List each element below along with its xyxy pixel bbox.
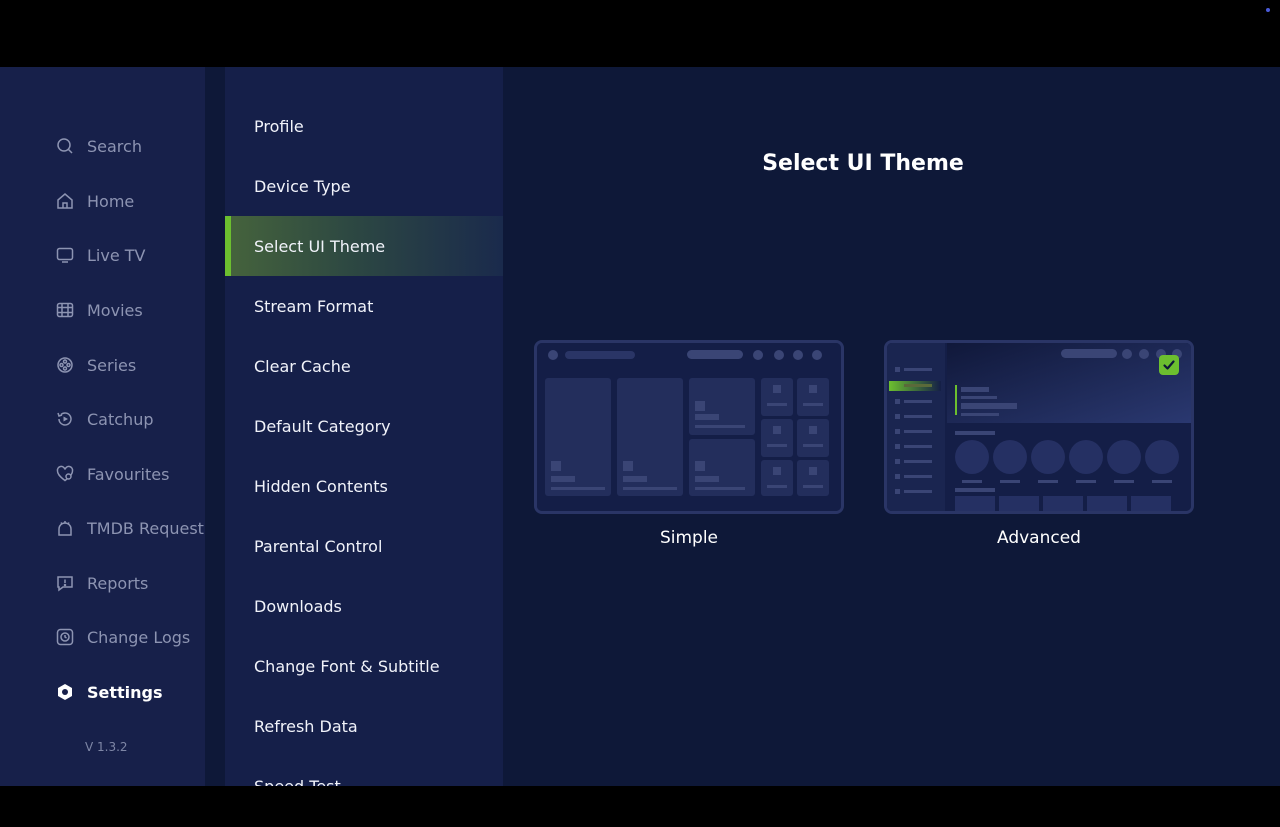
menu-item-label: Device Type bbox=[254, 176, 351, 196]
main-nav: Search Home Live TV Movies Series Catchu… bbox=[0, 67, 205, 786]
menu-item-parental-control[interactable]: Parental Control bbox=[225, 516, 503, 576]
home-icon bbox=[56, 192, 74, 210]
search-icon bbox=[56, 137, 74, 155]
nav-item-tmdb-request[interactable]: TMDB Request bbox=[0, 508, 205, 548]
nav-item-catchup[interactable]: Catchup bbox=[0, 399, 205, 439]
theme-card-simple[interactable] bbox=[534, 340, 844, 514]
status-dot bbox=[1266, 8, 1270, 12]
nav-item-live-tv[interactable]: Live TV bbox=[0, 235, 205, 275]
nav-item-settings[interactable]: Settings bbox=[0, 672, 205, 712]
menu-item-select-ui-theme[interactable]: Select UI Theme bbox=[225, 216, 503, 276]
menu-item-label: Downloads bbox=[254, 596, 342, 616]
app-version: V 1.3.2 bbox=[85, 740, 128, 754]
menu-item-label: Stream Format bbox=[254, 296, 374, 316]
menu-item-label: Default Category bbox=[254, 416, 391, 436]
menu-item-refresh-data[interactable]: Refresh Data bbox=[225, 696, 503, 756]
menu-item-hidden-contents[interactable]: Hidden Contents bbox=[225, 456, 503, 516]
nav-item-movies[interactable]: Movies bbox=[0, 290, 205, 330]
nav-item-label: TMDB Request bbox=[87, 518, 204, 538]
menu-item-change-font-subtitle[interactable]: Change Font & Subtitle bbox=[225, 636, 503, 696]
menu-item-label: Speed Test bbox=[254, 776, 341, 787]
theme-label-advanced: Advanced bbox=[997, 528, 1081, 548]
menu-item-downloads[interactable]: Downloads bbox=[225, 576, 503, 636]
nav-item-label: Reports bbox=[87, 573, 149, 593]
menu-item-default-category[interactable]: Default Category bbox=[225, 396, 503, 456]
menu-item-device-type[interactable]: Device Type bbox=[225, 156, 503, 216]
menu-item-label: Refresh Data bbox=[254, 716, 358, 736]
advanced-theme-preview bbox=[887, 343, 1191, 511]
nav-item-reports[interactable]: Reports bbox=[0, 563, 205, 603]
nav-item-label: Settings bbox=[87, 682, 163, 702]
app-window: Search Home Live TV Movies Series Catchu… bbox=[0, 67, 1280, 786]
nav-item-change-logs[interactable]: Change Logs bbox=[0, 617, 205, 657]
menu-item-label: Profile bbox=[254, 116, 304, 136]
nav-item-label: Catchup bbox=[87, 409, 154, 429]
simple-theme-preview bbox=[537, 343, 841, 511]
menu-item-profile[interactable]: Profile bbox=[225, 96, 503, 156]
menu-item-label: Hidden Contents bbox=[254, 476, 388, 496]
theme-label-simple: Simple bbox=[659, 528, 719, 548]
page-title: Select UI Theme bbox=[762, 151, 964, 176]
movie-icon bbox=[56, 301, 74, 319]
nav-item-label: Series bbox=[87, 355, 137, 375]
heart-icon bbox=[56, 465, 74, 483]
nav-item-series[interactable]: Series bbox=[0, 345, 205, 385]
menu-item-clear-cache[interactable]: Clear Cache bbox=[225, 336, 503, 396]
theme-card-advanced[interactable] bbox=[884, 340, 1194, 514]
nav-item-favourites[interactable]: Favourites bbox=[0, 454, 205, 494]
selected-check-icon bbox=[1159, 355, 1179, 375]
settings-menu: Profile Device Type Select UI Theme Stre… bbox=[225, 67, 503, 786]
menu-item-label: Parental Control bbox=[254, 536, 383, 556]
nav-item-home[interactable]: Home bbox=[0, 181, 205, 221]
nav-item-label: Favourites bbox=[87, 464, 170, 484]
nav-item-label: Change Logs bbox=[87, 627, 191, 647]
nav-item-label: Live TV bbox=[87, 245, 146, 265]
request-icon bbox=[56, 519, 74, 537]
menu-item-stream-format[interactable]: Stream Format bbox=[225, 276, 503, 336]
menu-item-label: Clear Cache bbox=[254, 356, 351, 376]
report-icon bbox=[56, 574, 74, 592]
log-icon bbox=[56, 628, 74, 646]
gear-icon bbox=[56, 683, 74, 701]
theme-content: Select UI Theme Simple Advanced bbox=[503, 67, 1280, 786]
nav-item-label: Movies bbox=[87, 300, 143, 320]
nav-item-label: Home bbox=[87, 191, 135, 211]
menu-item-label: Select UI Theme bbox=[254, 236, 386, 256]
menu-item-label: Change Font & Subtitle bbox=[254, 656, 440, 676]
nav-item-label: Search bbox=[87, 136, 142, 156]
tv-icon bbox=[56, 246, 74, 264]
catchup-icon bbox=[56, 410, 74, 428]
nav-item-search[interactable]: Search bbox=[0, 126, 205, 166]
menu-item-speed-test[interactable]: Speed Test bbox=[225, 756, 503, 787]
series-icon bbox=[56, 356, 74, 374]
